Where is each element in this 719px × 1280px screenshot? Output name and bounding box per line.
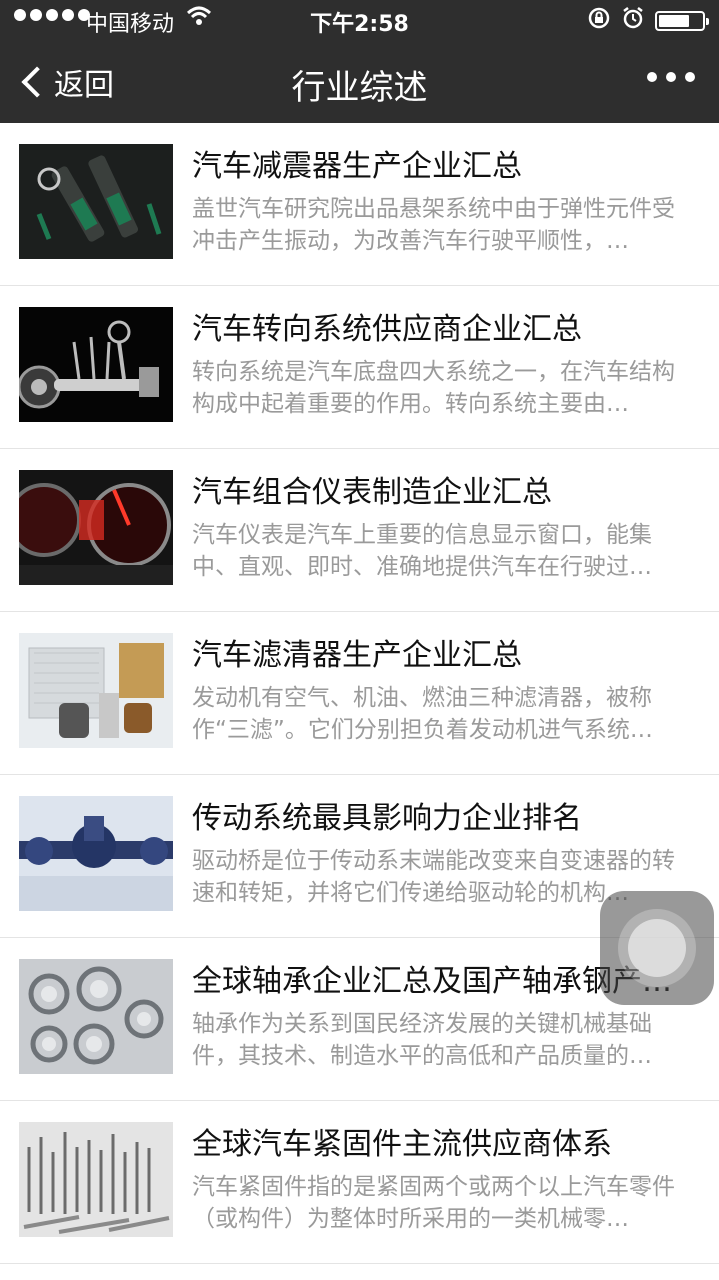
assistive-touch-icon <box>628 919 686 977</box>
battery-icon <box>655 11 709 31</box>
drive-axle-image <box>19 796 173 911</box>
more-dots-icon <box>647 72 657 82</box>
article-title: 汽车转向系统供应商企业汇总 <box>192 312 582 347</box>
article-title: 传动系统最具影响力企业排名 <box>192 801 582 836</box>
article-title: 汽车滤清器生产企业汇总 <box>192 638 522 673</box>
assistive-touch-button[interactable] <box>600 891 714 1005</box>
shock-absorber-image <box>19 144 173 259</box>
filters-image <box>19 633 173 748</box>
article-summary: 盖世汽车研究院出品悬架系统中由于弹性元件受冲击产生振动，为改善汽车行驶平顺性，… <box>192 196 675 254</box>
article-list: 汽车减震器生产企业汇总 盖世汽车研究院出品悬架系统中由于弹性元件受冲击产生振动，… <box>0 123 719 1264</box>
article-item-shock-absorbers[interactable]: 汽车减震器生产企业汇总 盖世汽车研究院出品悬架系统中由于弹性元件受冲击产生振动，… <box>0 123 719 286</box>
bearings-image <box>19 959 173 1074</box>
article-item-steering[interactable]: 汽车转向系统供应商企业汇总 转向系统是汽车底盘四大系统之一，在汽车结构构成中起着… <box>0 286 719 449</box>
status-bar: 中国移动 下午2:58 <box>0 0 719 40</box>
more-options-button[interactable] <box>647 72 695 82</box>
fasteners-image <box>19 1122 173 1237</box>
article-summary: 汽车仪表是汽车上重要的信息显示窗口，能集中、直观、即时、准确地提供汽车在行驶过… <box>192 522 652 580</box>
article-summary: 汽车紧固件指的是紧固两个或两个以上汽车零件（或构件）为整体时所采用的一类机械零… <box>192 1174 675 1232</box>
article-item-instrument-cluster[interactable]: 汽车组合仪表制造企业汇总 汽车仪表是汽车上重要的信息显示窗口，能集中、直观、即时… <box>0 449 719 612</box>
article-title: 全球汽车紧固件主流供应商体系 <box>192 1127 612 1162</box>
page-title: 行业综述 <box>291 68 428 108</box>
alarm-clock-icon <box>621 6 645 36</box>
article-summary: 转向系统是汽车底盘四大系统之一，在汽车结构构成中起着重要的作用。转向系统主要由… <box>192 359 675 417</box>
article-summary: 轴承作为关系到国民经济发展的关键机械基础件，其技术、制造水平的高低和产品质量的… <box>192 1011 652 1069</box>
article-item-filters[interactable]: 汽车滤清器生产企业汇总 发动机有空气、机油、燃油三种滤清器，被称作“三滤”。它们… <box>0 612 719 775</box>
navigation-bar: 返回 行业综述 <box>0 40 719 123</box>
article-title: 汽车减震器生产企业汇总 <box>192 149 522 184</box>
steering-system-image <box>19 307 173 422</box>
instrument-cluster-image <box>19 470 173 585</box>
rotation-lock-icon <box>587 6 611 36</box>
article-title: 汽车组合仪表制造企业汇总 <box>192 475 552 510</box>
article-item-fasteners[interactable]: 全球汽车紧固件主流供应商体系 汽车紧固件指的是紧固两个或两个以上汽车零件（或构件… <box>0 1101 719 1264</box>
article-summary: 发动机有空气、机油、燃油三种滤清器，被称作“三滤”。它们分别担负着发动机进气系统… <box>192 685 653 743</box>
